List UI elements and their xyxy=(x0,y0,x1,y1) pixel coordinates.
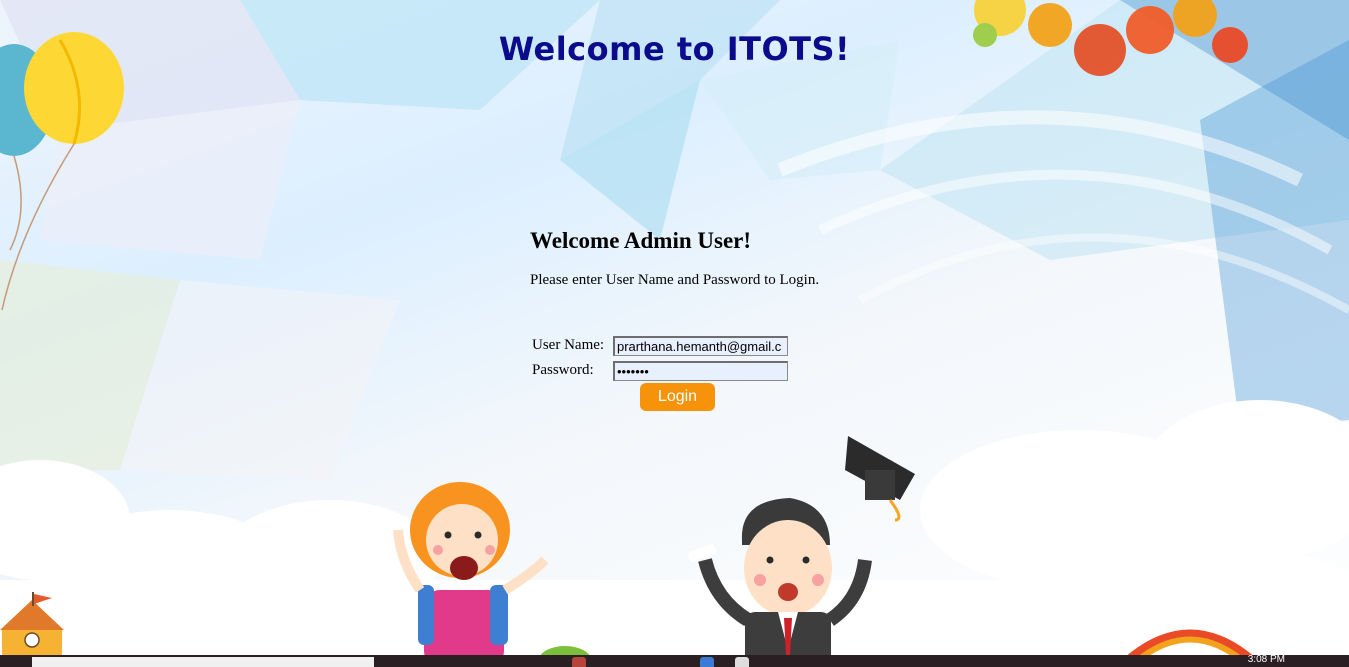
username-label: User Name: xyxy=(532,337,605,353)
welcome-title: Welcome Admin User! xyxy=(530,228,752,253)
taskbar-clock[interactable]: 3:08 PM xyxy=(1248,655,1285,665)
login-instructions: Please enter User Name and Password to L… xyxy=(530,272,820,288)
taskbar-app-icon[interactable] xyxy=(735,657,749,667)
username-input[interactable] xyxy=(613,335,788,356)
password-row: Password: xyxy=(532,358,788,383)
taskbar-search-box[interactable] xyxy=(32,657,374,667)
taskbar-app-icon[interactable] xyxy=(700,657,714,667)
login-button[interactable]: Login xyxy=(640,383,715,411)
password-label: Password: xyxy=(532,362,594,378)
taskbar-app-icon[interactable] xyxy=(572,657,586,667)
username-row: User Name: xyxy=(532,333,788,358)
login-panel: Welcome Admin User! Please enter User Na… xyxy=(530,228,819,289)
taskbar: 3:08 PM xyxy=(0,655,1349,667)
page-heading: Welcome to ITOTS! xyxy=(498,30,851,68)
password-input[interactable] xyxy=(613,360,788,381)
login-form: User Name: Password: xyxy=(532,333,788,383)
